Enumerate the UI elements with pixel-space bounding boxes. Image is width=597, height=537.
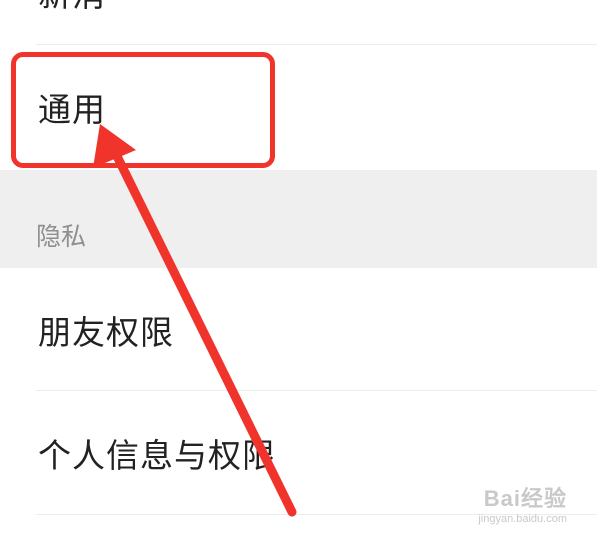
watermark-brand: Bai经验 <box>483 486 567 511</box>
settings-item-friend-permissions-label: 朋友权限 <box>38 313 174 352</box>
section-header-privacy-label: 隐私 <box>36 222 87 251</box>
watermark-url: jingyan.baidu.com <box>478 513 567 525</box>
watermark: Bai经验 jingyan.baidu.com <box>478 481 567 525</box>
section-header-privacy: 隐私 <box>0 170 597 268</box>
settings-item-friend-permissions[interactable]: 朋友权限 <box>0 268 597 391</box>
settings-item-partial-label: 新消 <box>38 0 106 11</box>
settings-item-partial[interactable]: 新消 <box>0 0 597 45</box>
settings-item-personal-info-label: 个人信息与权限 <box>38 436 276 475</box>
annotation-highlight-box <box>11 52 275 168</box>
settings-screen: 新消 通用 隐私 朋友权限 个人信息与权限 Bai经验 jingyan.baid… <box>0 0 597 537</box>
